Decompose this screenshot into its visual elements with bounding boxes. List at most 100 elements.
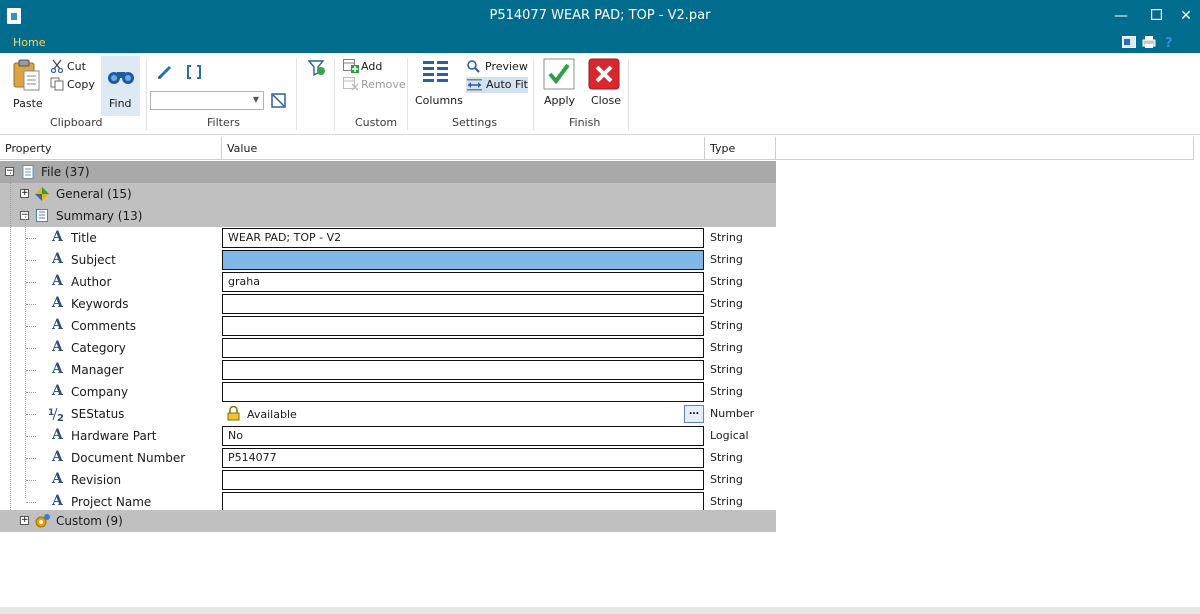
property-type: String [710, 275, 743, 288]
paste-button[interactable]: Paste [8, 57, 46, 111]
property-editor-window: P514077 WEAR PAD; TOP - V2.par — ✕ Home … [0, 0, 1200, 614]
tree-line [26, 282, 36, 283]
property-type: String [710, 341, 743, 354]
add-button[interactable]: Add [343, 59, 405, 75]
group-row-file[interactable]: − File (37) [0, 161, 776, 183]
property-value-field[interactable]: WEAR PAD; TOP - V2 [222, 228, 704, 248]
ellipsis-button[interactable]: … [684, 405, 704, 423]
checkmark-icon [543, 58, 575, 90]
string-type-icon: A [52, 251, 63, 267]
svg-text:1: 1 [48, 408, 54, 418]
tree-line [26, 348, 36, 349]
tree-line [26, 458, 36, 459]
close-button[interactable]: Close [586, 58, 624, 112]
property-row[interactable]: A Hardware Part No Logical [0, 425, 776, 447]
property-value-field[interactable] [222, 316, 704, 336]
property-value-field[interactable] [222, 492, 704, 512]
filter-dropdown[interactable]: ▼ [150, 91, 264, 110]
clear-filter-icon[interactable] [271, 93, 286, 108]
property-row[interactable]: A Document Number P514077 String [0, 447, 776, 469]
clipboard-group-label: Clipboard [50, 116, 103, 129]
filter-funnel-icon[interactable] [308, 59, 326, 77]
brackets-icon[interactable] [186, 64, 202, 80]
string-type-icon: A [52, 361, 63, 377]
property-row[interactable]: 1 2 SEStatus Available … Number [0, 403, 776, 425]
minimize-button[interactable]: — [1111, 6, 1131, 26]
add-row-icon [343, 59, 359, 73]
string-type-icon: A [52, 317, 63, 333]
ribbon-separator [334, 58, 335, 130]
group-row-summary[interactable]: − Summary (13) [0, 205, 776, 227]
property-type: String [710, 319, 743, 332]
string-type-icon: A [52, 273, 63, 289]
property-type: String [710, 231, 743, 244]
string-type-icon: A [52, 383, 63, 399]
column-header-value[interactable]: Value [222, 137, 705, 160]
property-value-field[interactable]: No [222, 426, 704, 446]
property-name: Title [71, 231, 97, 245]
pencil-icon[interactable] [157, 64, 173, 80]
auto-fit-button[interactable]: Auto Fit [466, 77, 528, 93]
apply-button[interactable]: Apply [540, 58, 578, 112]
copy-button[interactable]: Copy [50, 77, 98, 93]
ribbon: Paste Cut Copy Clipboard Find ▼ Filters … [0, 53, 1200, 135]
property-value-field[interactable] [222, 294, 704, 314]
group-label-general: General (15) [56, 187, 132, 201]
find-button[interactable]: Find [101, 56, 140, 116]
property-row[interactable]: A Category String [0, 337, 776, 359]
column-header-type[interactable]: Type [705, 137, 776, 160]
property-row[interactable]: A Company String [0, 381, 776, 403]
column-header-filler [776, 137, 1194, 160]
general-properties-icon [35, 187, 49, 201]
string-type-icon: A [52, 295, 63, 311]
property-value-field[interactable] [222, 382, 704, 402]
property-value-field[interactable] [222, 338, 704, 358]
tab-home[interactable]: Home [13, 36, 45, 49]
property-row[interactable]: A Subject String [0, 249, 776, 271]
group-row-general[interactable]: + General (15) [0, 183, 776, 205]
expand-icon[interactable]: + [20, 516, 29, 525]
property-value-field[interactable] [222, 250, 704, 270]
column-header-property[interactable]: Property [0, 137, 222, 160]
property-value-field[interactable] [222, 470, 704, 490]
remove-button[interactable]: Remove [343, 77, 406, 93]
summary-list-icon [36, 209, 48, 222]
tree-line [26, 326, 36, 327]
property-value-field[interactable]: graha [222, 272, 704, 292]
property-name: Company [71, 385, 129, 399]
cut-button[interactable]: Cut [50, 59, 98, 75]
tree-line [26, 304, 36, 305]
close-window-button[interactable]: ✕ [1176, 6, 1196, 26]
property-row[interactable]: A Manager String [0, 359, 776, 381]
expand-icon[interactable]: + [20, 189, 29, 198]
ribbon-separator [146, 58, 147, 130]
tree-line [26, 260, 36, 261]
help-icon[interactable]: ? [1162, 35, 1176, 49]
custom-group-label: Custom [355, 116, 398, 129]
property-value-field[interactable]: P514077 [222, 448, 704, 468]
property-type: String [710, 363, 743, 376]
property-type: String [710, 473, 743, 486]
help-window-icon[interactable] [1122, 35, 1136, 49]
columns-button[interactable]: Columns [414, 59, 463, 111]
tree-line [26, 238, 36, 239]
string-type-icon: A [52, 493, 63, 509]
property-type: String [710, 385, 743, 398]
property-row[interactable]: A Title WEAR PAD; TOP - V2 String [0, 227, 776, 249]
property-row[interactable]: A Keywords String [0, 293, 776, 315]
property-value-field[interactable] [222, 360, 704, 380]
remove-row-icon [343, 77, 359, 91]
property-row[interactable]: A Author graha String [0, 271, 776, 293]
ribbon-tab-strip: Home ? [0, 33, 1200, 53]
preview-label: Preview [485, 60, 528, 73]
string-type-icon: A [52, 471, 63, 487]
apply-label: Apply [544, 94, 576, 107]
close-label: Close [591, 94, 621, 107]
property-name: SEStatus [71, 407, 125, 421]
print-icon[interactable] [1142, 35, 1156, 49]
maximize-button[interactable] [1146, 6, 1166, 26]
property-row[interactable]: A Comments String [0, 315, 776, 337]
property-row[interactable]: A Revision String [0, 469, 776, 491]
group-row-custom[interactable]: + Custom (9) [0, 510, 776, 532]
preview-button[interactable]: Preview [466, 59, 528, 75]
